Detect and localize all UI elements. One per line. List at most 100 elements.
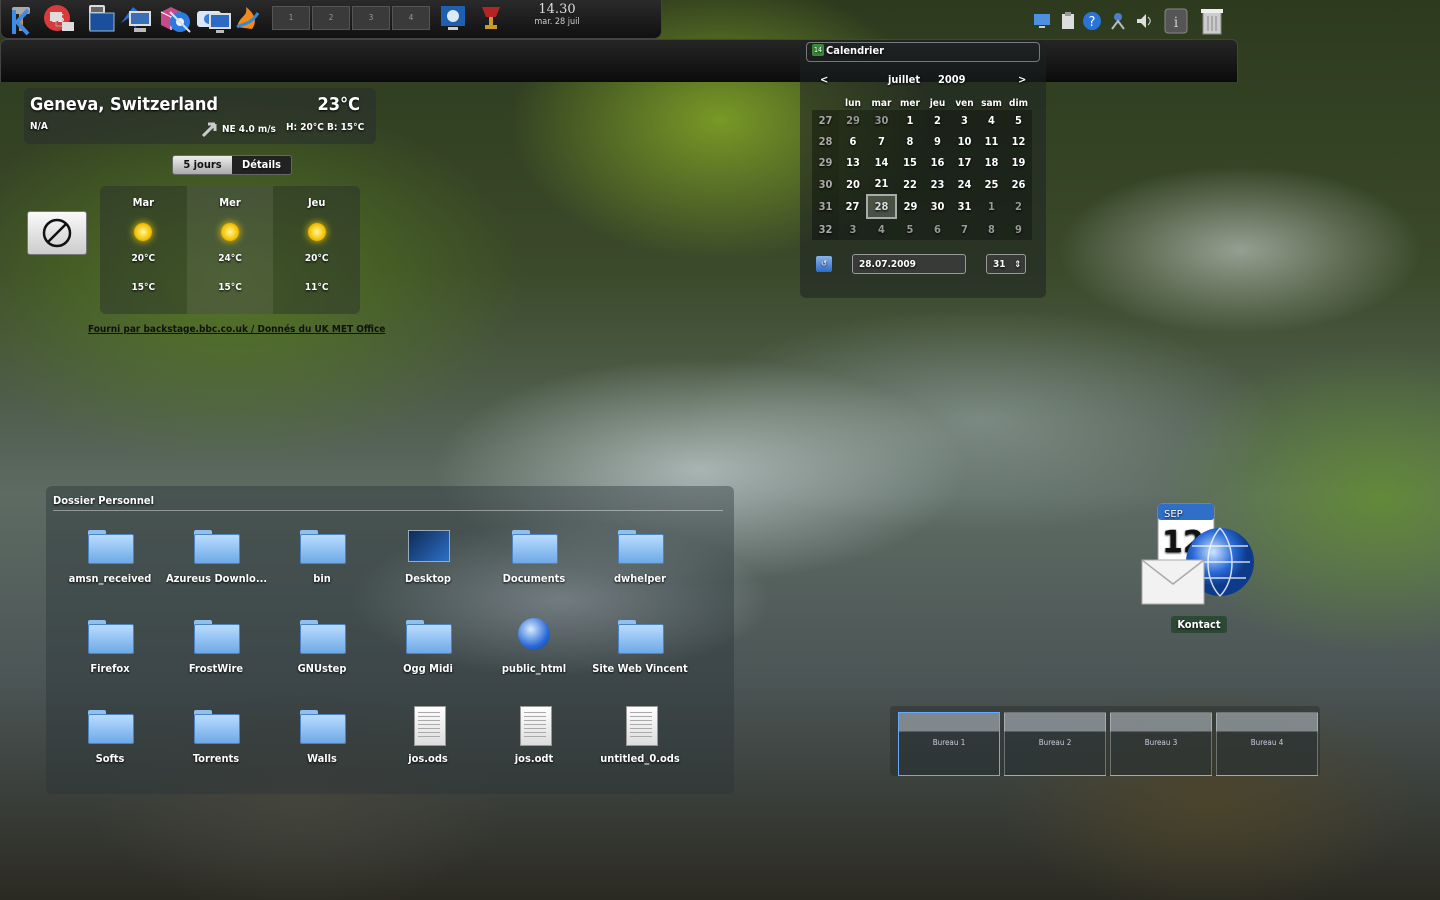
calendar-day[interactable]: 22 <box>896 173 924 195</box>
week-number[interactable]: 32 <box>812 218 839 240</box>
calendar-day[interactable]: 25 <box>978 173 1005 195</box>
clock[interactable]: 14.30 mar. 28 juil <box>522 2 592 27</box>
file-item[interactable]: Firefox <box>60 614 160 675</box>
calendar-day[interactable]: 9 <box>1005 218 1032 240</box>
week-number[interactable]: 31 <box>812 195 839 218</box>
today-button[interactable]: ↺ <box>816 256 832 272</box>
calendar-day[interactable]: 30 <box>867 110 896 131</box>
calendar-day[interactable]: 10 <box>951 131 978 152</box>
calendar-day[interactable]: 2 <box>1005 195 1032 218</box>
month-label[interactable]: juillet <box>888 73 920 86</box>
file-item[interactable]: jos.ods <box>378 704 478 765</box>
weather-credit-link[interactable]: Fourni par backstage.bbc.co.uk / Donnés … <box>88 324 385 335</box>
no-entry-button[interactable] <box>27 211 87 255</box>
calendar-day[interactable]: 4 <box>978 110 1005 131</box>
info-icon[interactable]: i <box>1164 8 1188 34</box>
week-number[interactable]: 28 <box>812 131 839 152</box>
file-item[interactable]: Ogg Midi <box>378 614 478 675</box>
week-number[interactable]: 27 <box>812 110 839 131</box>
calendar-day[interactable]: 2 <box>924 110 951 131</box>
trophy-icon[interactable] <box>476 3 506 33</box>
calendar-day[interactable]: 21 <box>867 173 896 195</box>
calendar-day[interactable]: 28 <box>866 194 897 219</box>
flame-icon[interactable] <box>232 3 262 33</box>
pager-desktop-1[interactable]: 1 <box>272 6 310 30</box>
prev-month-button[interactable]: < <box>820 73 828 86</box>
kontact-launcher[interactable]: SEP 12 Kontact <box>1140 496 1258 633</box>
calendar-day[interactable]: 14 <box>867 152 896 173</box>
volume-icon[interactable] <box>1134 11 1154 31</box>
file-item[interactable]: Softs <box>60 704 160 765</box>
calendar-day[interactable]: 30 <box>924 195 951 218</box>
calendar-day[interactable]: 3 <box>951 110 978 131</box>
calendar-day[interactable]: 8 <box>978 218 1005 240</box>
calendar-day[interactable]: 6 <box>839 131 867 152</box>
calendar-day[interactable]: 1 <box>896 110 924 131</box>
file-item[interactable]: Walls <box>272 704 372 765</box>
calendar-day[interactable]: 7 <box>951 218 978 240</box>
file-item[interactable]: bin <box>272 524 372 585</box>
file-item[interactable]: dwhelper <box>590 524 690 585</box>
calendar-day[interactable]: 13 <box>839 152 867 173</box>
file-item[interactable]: Torrents <box>166 704 266 765</box>
calendar-day[interactable]: 19 <box>1005 152 1032 173</box>
spin-arrows-icon[interactable]: ⇕ <box>1014 255 1021 275</box>
file-item[interactable]: amsn_received <box>60 524 160 585</box>
calendar-day[interactable]: 12 <box>1005 131 1032 152</box>
pager-bureau-2[interactable]: Bureau 2 <box>1004 712 1106 776</box>
pager-desktop-2[interactable]: 2 <box>312 6 350 30</box>
calendar-day[interactable]: 16 <box>924 152 951 173</box>
calendar-day[interactable]: 9 <box>924 131 951 152</box>
calendar-day[interactable]: 4 <box>867 218 896 240</box>
file-item[interactable]: public_html <box>484 614 584 675</box>
trash-icon[interactable] <box>1200 6 1224 36</box>
week-number[interactable]: 29 <box>812 152 839 173</box>
pager-desktop-4[interactable]: 4 <box>392 6 430 30</box>
clipboard-icon[interactable] <box>1058 11 1078 31</box>
calendar-day[interactable]: 17 <box>951 152 978 173</box>
calendar-day[interactable]: 8 <box>896 131 924 152</box>
help-icon[interactable]: ? <box>1082 11 1102 31</box>
calendar-day[interactable]: 11 <box>978 131 1005 152</box>
calendar-day[interactable]: 23 <box>924 173 951 195</box>
week-spinbox[interactable]: 31 ⇕ <box>986 254 1026 274</box>
calendar-day[interactable]: 29 <box>839 110 867 131</box>
settings-icon[interactable] <box>166 8 194 36</box>
calendar-day[interactable]: 5 <box>1005 110 1032 131</box>
week-number[interactable]: 30 <box>812 173 839 195</box>
calendar-day[interactable]: 31 <box>951 195 978 218</box>
calendar-day[interactable]: 1 <box>978 195 1005 218</box>
date-input[interactable]: 28.07.2009 <box>852 254 966 274</box>
calendar-day[interactable]: 5 <box>896 218 924 240</box>
computer-icon[interactable] <box>126 8 154 36</box>
next-month-button[interactable]: > <box>1018 73 1026 86</box>
terminal-icon[interactable] <box>88 8 116 36</box>
file-item[interactable]: Azureus Downlo... <box>166 524 266 585</box>
file-item[interactable]: FrostWire <box>166 614 266 675</box>
monitor-icon[interactable] <box>1032 11 1052 31</box>
calendar-day[interactable]: 27 <box>839 195 867 218</box>
file-item[interactable]: Desktop <box>378 524 478 585</box>
pager-bureau-4[interactable]: Bureau 4 <box>1216 712 1318 776</box>
display-icon[interactable] <box>206 8 234 36</box>
year-label[interactable]: 2009 <box>938 73 966 86</box>
file-item[interactable]: untitled_0.ods <box>590 704 690 765</box>
file-item[interactable]: Site Web Vincent <box>590 614 690 675</box>
calendar-day[interactable]: 26 <box>1005 173 1032 195</box>
file-item[interactable]: Documents <box>484 524 584 585</box>
pager-desktop-3[interactable]: 3 <box>352 6 390 30</box>
calendar-day[interactable]: 29 <box>896 195 924 218</box>
file-item[interactable]: GNUstep <box>272 614 372 675</box>
calendar-day[interactable]: 7 <box>867 131 896 152</box>
calendar-day[interactable]: 15 <box>896 152 924 173</box>
tab-5-days[interactable]: 5 jours <box>173 156 232 174</box>
display-launcher-icon[interactable] <box>438 3 468 33</box>
pager-bureau-3[interactable]: Bureau 3 <box>1110 712 1212 776</box>
network-tray-icon[interactable] <box>1108 11 1128 31</box>
file-item[interactable]: jos.odt <box>484 704 584 765</box>
calendar-day[interactable]: 3 <box>839 218 867 240</box>
tab-details[interactable]: Détails <box>232 156 291 174</box>
network-icon[interactable] <box>48 8 76 36</box>
calendar-day[interactable]: 20 <box>839 173 867 195</box>
kde-menu-icon[interactable] <box>8 8 36 36</box>
